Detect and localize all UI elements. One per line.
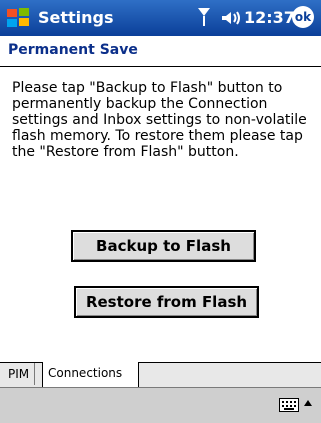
windows-start-icon[interactable]	[4, 4, 34, 32]
ok-button[interactable]: ok	[292, 6, 314, 28]
bottom-bar	[0, 387, 321, 423]
antenna-signal-icon[interactable]	[196, 6, 212, 28]
restore-from-flash-button[interactable]: Restore from Flash	[74, 286, 259, 318]
section-title: Permanent Save	[8, 42, 138, 58]
sip-arrow-up-icon[interactable]	[304, 400, 312, 406]
section-divider	[0, 66, 321, 67]
keyboard-icon[interactable]	[279, 398, 299, 412]
backup-to-flash-button[interactable]: Backup to Flash	[71, 230, 256, 262]
speaker-volume-icon[interactable]	[220, 9, 242, 27]
tab-pim[interactable]: PIM	[3, 363, 36, 385]
instructions-text: Please tap "Backup to Flash" button to p…	[12, 80, 307, 160]
app-title: Settings	[38, 8, 114, 27]
tab-strip: PIM Connections	[0, 362, 321, 388]
title-bar: Settings 12:37 ok	[0, 0, 321, 36]
tab-connections[interactable]: Connections	[42, 362, 139, 388]
clock[interactable]: 12:37	[244, 8, 295, 27]
